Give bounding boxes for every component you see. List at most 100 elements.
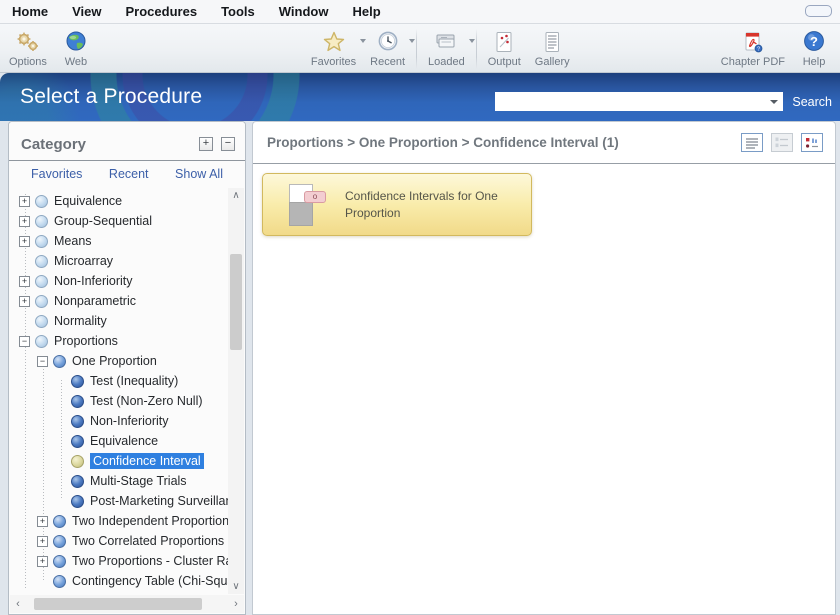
toolbar-button-label: Help — [803, 56, 826, 68]
category-sphere-icon — [35, 215, 48, 228]
expander-spacer — [37, 576, 48, 587]
page-title: Select a Procedure — [20, 85, 202, 109]
favorites-button[interactable]: Favorites — [304, 26, 363, 72]
recent-button[interactable]: Recent — [363, 26, 412, 72]
expand-icon[interactable] — [19, 296, 30, 307]
horizontal-scrollbar[interactable]: ‹ › — [10, 595, 244, 613]
loaded-button[interactable]: Loaded — [421, 26, 472, 72]
expand-all-button[interactable]: + — [199, 137, 213, 151]
tree-item-equivalence[interactable]: Equivalence — [10, 191, 228, 211]
tree-item-multi-stage-trials[interactable]: Multi-Stage Trials — [10, 471, 228, 491]
menu-view[interactable]: View — [72, 4, 101, 19]
toolbar: Options Web Favorite — [0, 24, 840, 73]
chevron-down-icon[interactable] — [766, 93, 782, 110]
procedure-sphere-icon — [71, 475, 84, 488]
output-button[interactable]: Output — [481, 26, 528, 72]
procedure-card-confidence-intervals[interactable]: o Confidence Intervals for One Proportio… — [262, 173, 532, 236]
procedure-sphere-icon — [71, 375, 84, 388]
gallery-button[interactable]: Gallery — [528, 26, 577, 72]
expand-icon[interactable] — [19, 236, 30, 247]
tab-favorites[interactable]: Favorites — [19, 165, 94, 183]
toolbar-button-label: Web — [65, 56, 87, 68]
chapter-pdf-button[interactable]: ? Chapter PDF — [714, 26, 792, 72]
menu-window[interactable]: Window — [279, 4, 329, 19]
dropdown-arrow-icon[interactable] — [409, 39, 415, 43]
category-sphere-icon — [35, 335, 48, 348]
tree-item-non-inferiority-child[interactable]: Non-Inferiority — [10, 411, 228, 431]
dropdown-arrow-icon[interactable] — [469, 39, 475, 43]
scroll-left-icon[interactable]: ‹ — [10, 598, 26, 610]
search-label: Search — [792, 95, 832, 109]
expand-icon[interactable] — [37, 536, 48, 547]
tree-item-normality[interactable]: Normality — [10, 311, 228, 331]
tree-item-contingency-table[interactable]: Contingency Table (Chi-Square) — [10, 571, 228, 591]
search-input[interactable] — [496, 94, 766, 109]
procedure-sphere-icon — [71, 395, 84, 408]
expander-spacer — [55, 396, 66, 407]
clock-icon — [375, 29, 401, 55]
pdf-icon: ? — [740, 29, 766, 55]
horizontal-scroll-thumb[interactable] — [34, 598, 202, 610]
menu-home[interactable]: Home — [12, 4, 48, 19]
tree-item-one-proportion[interactable]: One Proportion — [10, 351, 228, 371]
tree-item-group-sequential[interactable]: Group-Sequential — [10, 211, 228, 231]
expander-spacer — [19, 316, 30, 327]
tree-item-post-marketing-surveillance[interactable]: Post-Marketing Surveillance — [10, 491, 228, 511]
web-button[interactable]: Web — [54, 26, 98, 72]
options-button[interactable]: Options — [2, 26, 54, 72]
tree-item-microarray[interactable]: Microarray — [10, 251, 228, 271]
expand-icon[interactable] — [37, 516, 48, 527]
procedure-list-panel: Proportions > One Proportion > Confidenc… — [252, 121, 836, 615]
tree-item-equivalence-child[interactable]: Equivalence — [10, 431, 228, 451]
tree-item-two-proportions-cluster-random[interactable]: Two Proportions - Cluster Random — [10, 551, 228, 571]
category-sphere-icon — [35, 295, 48, 308]
toolbar-button-label: Loaded — [428, 56, 465, 68]
vertical-scroll-thumb[interactable] — [230, 254, 242, 350]
category-sphere-icon — [35, 235, 48, 248]
category-panel-title: Category — [21, 136, 191, 153]
help-button[interactable]: ? Help — [792, 26, 836, 72]
menu-help[interactable]: Help — [352, 4, 380, 19]
svg-text:?: ? — [810, 34, 818, 49]
menu-tools[interactable]: Tools — [221, 4, 255, 19]
expand-icon[interactable] — [37, 556, 48, 567]
window-control[interactable] — [805, 5, 832, 17]
expand-icon[interactable] — [19, 196, 30, 207]
loaded-templates-icon — [432, 29, 460, 55]
tree-item-proportions[interactable]: Proportions — [10, 331, 228, 351]
category-panel: Category + − Favorites Recent Show All E… — [8, 121, 246, 615]
scroll-right-icon[interactable]: › — [228, 598, 244, 610]
tree-item-test-non-zero-null[interactable]: Test (Non-Zero Null) — [10, 391, 228, 411]
procedure-sphere-icon — [71, 455, 84, 468]
application-window: Home View Procedures Tools Window Help — [0, 0, 840, 615]
scroll-up-icon[interactable]: ∧ — [228, 188, 244, 203]
collapse-all-button[interactable]: − — [221, 137, 235, 151]
procedure-sphere-icon — [71, 415, 84, 428]
icon-view-button[interactable] — [801, 133, 823, 152]
search-combobox[interactable] — [495, 92, 783, 111]
scroll-down-icon[interactable]: ∨ — [228, 579, 244, 594]
tree-item-means[interactable]: Means — [10, 231, 228, 251]
expand-icon[interactable] — [19, 276, 30, 287]
category-sphere-icon — [35, 195, 48, 208]
tree-item-nonparametric[interactable]: Nonparametric — [10, 291, 228, 311]
vertical-scrollbar[interactable]: ∧ ∨ — [228, 188, 244, 594]
expand-icon[interactable] — [19, 216, 30, 227]
detail-view-button — [771, 133, 793, 152]
toolbar-separator — [416, 29, 417, 69]
output-scatter-icon — [492, 29, 516, 55]
menu-procedures[interactable]: Procedures — [126, 4, 198, 19]
tree-item-non-inferiority[interactable]: Non-Inferiority — [10, 271, 228, 291]
tree-item-confidence-interval-selected[interactable]: Confidence Interval — [10, 451, 228, 471]
tab-recent[interactable]: Recent — [97, 165, 161, 183]
collapse-icon[interactable] — [37, 356, 48, 367]
tree-item-test-inequality[interactable]: Test (Inequality) — [10, 371, 228, 391]
tree-item-two-independent-proportions[interactable]: Two Independent Proportions — [10, 511, 228, 531]
toolbar-button-label: Chapter PDF — [721, 56, 785, 68]
tab-show-all[interactable]: Show All — [163, 165, 235, 183]
collapse-icon[interactable] — [19, 336, 30, 347]
tree-item-two-correlated-proportions[interactable]: Two Correlated Proportions — [10, 531, 228, 551]
list-view-button[interactable] — [741, 133, 763, 152]
procedure-sphere-icon — [71, 435, 84, 448]
expander-spacer — [19, 256, 30, 267]
